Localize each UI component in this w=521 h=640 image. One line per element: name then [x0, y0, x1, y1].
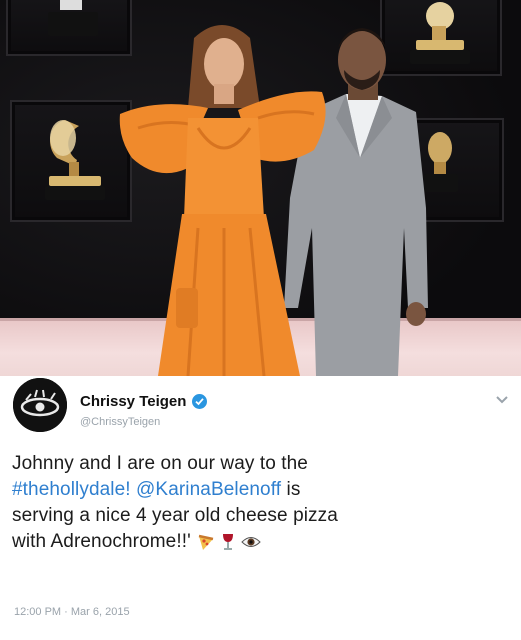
pizza-slice-icon [198, 534, 214, 550]
tweet-line-4-text: with Adrenochrome!!' [12, 531, 191, 552]
gramophone-trophy-icon [45, 120, 105, 200]
mention-link[interactable]: @KarinaBelenoff [136, 479, 281, 500]
emoji-row [197, 533, 261, 551]
hashtag-link[interactable]: #thehollydale! [12, 479, 131, 500]
eye-icon [241, 536, 261, 547]
photo [0, 0, 521, 376]
author-name[interactable]: Chrissy Teigen [80, 393, 208, 410]
woman-in-orange-dress [119, 25, 326, 376]
tweet-line-2: #thehollydale! @KarinaBelenoff is [12, 477, 512, 503]
tweet-line-4: with Adrenochrome!!' [12, 529, 512, 555]
tweet-text: Johnny and I are on our way to the #theh… [12, 451, 512, 555]
author-handle[interactable]: @ChrissyTeigen [80, 416, 160, 428]
tweet-line-2-rest: is [281, 479, 301, 500]
gramophone-trophy-icon [48, 0, 98, 36]
avatar-eye-logo-icon [13, 378, 67, 432]
verified-badge-icon [192, 394, 208, 409]
tweet-line-3: serving a nice 4 year old cheese pizza [12, 505, 338, 526]
wine-glass-icon [222, 533, 233, 550]
tweet-timestamp[interactable]: 12:00 PM · Mar 6, 2015 [14, 606, 130, 618]
tweet-line-1: Johnny and I are on our way to the [12, 453, 308, 474]
chevron-down-icon[interactable] [495, 392, 509, 406]
author-avatar[interactable] [13, 378, 67, 432]
author-name-text: Chrissy Teigen [80, 393, 187, 410]
